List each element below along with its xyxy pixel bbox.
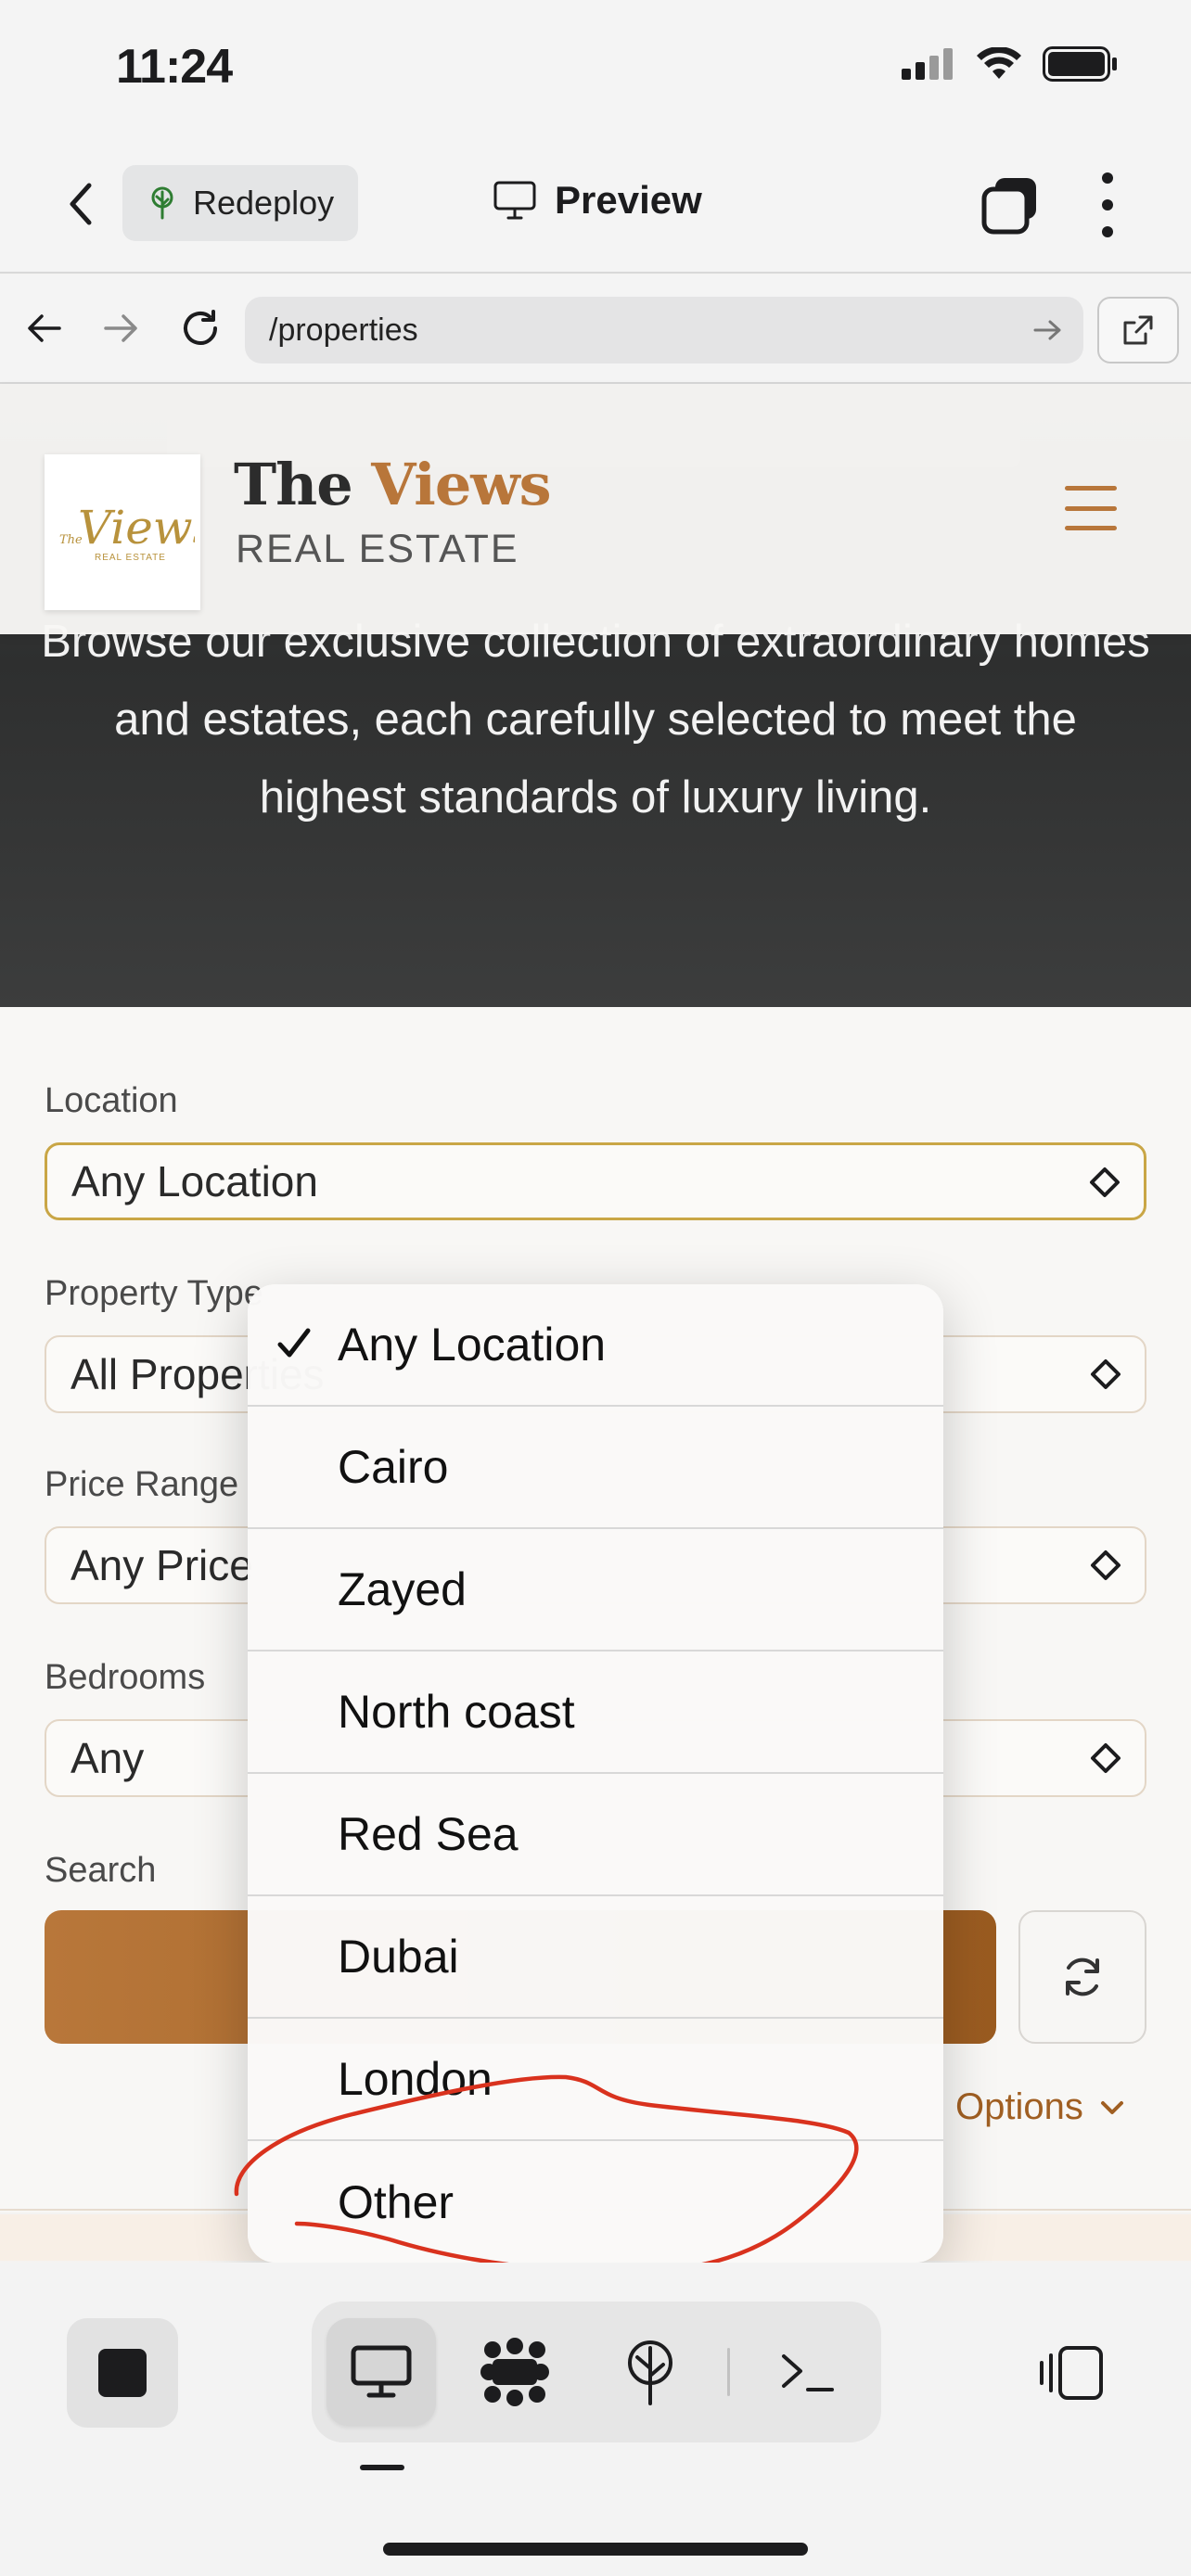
site-header: The Views REAL ESTATE The Views REAL EST… — [0, 384, 1191, 634]
chevron-down-icon — [1100, 2100, 1123, 2114]
browser-forward-button[interactable] — [95, 302, 147, 354]
arrow-right-icon — [104, 314, 137, 342]
arrow-left-icon — [28, 314, 61, 342]
dropdown-option-zayed[interactable]: Zayed — [248, 1529, 943, 1651]
bedrooms-label: Bedrooms — [45, 1658, 206, 1697]
battery-icon — [1043, 46, 1117, 82]
location-dropdown-menu: Any Location Cairo Zayed North coast Red… — [248, 1284, 943, 2263]
site-logo[interactable]: The Views REAL ESTATE — [45, 454, 200, 610]
hamburger-icon — [1065, 486, 1117, 491]
deploy-icon — [628, 2340, 672, 2405]
location-select[interactable]: Any Location — [45, 1142, 1146, 1220]
desktop-icon — [351, 2345, 412, 2398]
brand-subtitle: REAL ESTATE — [236, 527, 519, 571]
location-value: Any Location — [71, 1157, 318, 1205]
brand-name: The Views — [234, 451, 552, 518]
preview-title: Preview — [493, 178, 702, 223]
option-label: Other — [338, 2176, 455, 2228]
updown-chevron-icon — [1091, 1550, 1121, 1580]
cellular-signal-icon — [902, 48, 953, 80]
tabs-button[interactable] — [979, 174, 1042, 237]
bottom-toolbar — [0, 2263, 1191, 2576]
options-toggle[interactable]: Options — [955, 2086, 1124, 2128]
wifi-icon — [977, 47, 1021, 79]
external-link-icon — [1123, 315, 1153, 345]
options-label: Options — [955, 2086, 1083, 2127]
reload-button[interactable] — [174, 302, 226, 354]
active-tool-indicator — [360, 2465, 404, 2470]
search-label: Search — [45, 1851, 157, 1890]
option-label: Dubai — [338, 1931, 459, 1983]
updown-chevron-icon — [1091, 1743, 1121, 1773]
price-range-value: Any Price — [70, 1541, 253, 1589]
option-label: Any Location — [338, 1319, 607, 1371]
dropdown-option-london[interactable]: London — [248, 2019, 943, 2141]
svg-text:REAL ESTATE: REAL ESTATE — [95, 553, 166, 563]
option-label: London — [338, 2053, 493, 2105]
hero-description: Browse our exclusive collection of extra… — [41, 617, 1150, 823]
option-label: Zayed — [338, 1563, 467, 1615]
property-type-label: Property Type — [45, 1274, 263, 1313]
option-label: North coast — [338, 1686, 575, 1738]
preview-label: Preview — [555, 178, 702, 222]
option-label: Cairo — [338, 1441, 449, 1493]
updown-chevron-icon — [1090, 1167, 1120, 1197]
dropdown-option-any-location[interactable]: Any Location — [248, 1284, 943, 1407]
dropdown-option-cairo[interactable]: Cairo — [248, 1407, 943, 1529]
price-range-label: Price Range — [45, 1465, 239, 1504]
redeploy-label: Redeploy — [193, 184, 335, 222]
chevron-left-icon — [70, 183, 92, 225]
status-icons — [902, 46, 1119, 82]
tool-divider — [727, 2348, 730, 2396]
checkmark-icon — [277, 1328, 311, 1358]
url-text: /properties — [269, 312, 418, 348]
url-input[interactable]: /properties — [245, 297, 1083, 363]
apps-tool-button[interactable] — [460, 2318, 570, 2426]
open-external-button[interactable] — [1097, 297, 1179, 363]
location-label: Location — [45, 1081, 178, 1120]
dropdown-option-dubai[interactable]: Dubai — [248, 1896, 943, 2019]
terminal-tool-button[interactable] — [753, 2318, 863, 2426]
reload-icon — [184, 310, 217, 345]
browser-back-button[interactable] — [19, 302, 70, 354]
preview-tool-button[interactable] — [327, 2318, 436, 2426]
tool-switcher — [312, 2302, 881, 2442]
tabs-icon — [981, 178, 1036, 235]
home-indicator — [383, 2543, 808, 2556]
status-time: 11:24 — [116, 40, 233, 94]
go-arrow-icon[interactable] — [1030, 312, 1065, 349]
back-button[interactable] — [58, 176, 104, 232]
dropdown-option-north-coast[interactable]: North coast — [248, 1651, 943, 1774]
side-panel-button[interactable] — [1030, 2318, 1113, 2428]
deploy-tool-button[interactable] — [596, 2318, 705, 2426]
refresh-icon — [1066, 1958, 1099, 1996]
app-toolbar: Redeploy Preview — [0, 139, 1191, 274]
updown-chevron-icon — [1091, 1359, 1121, 1389]
dropdown-option-red-sea[interactable]: Red Sea — [248, 1774, 943, 1896]
bedrooms-value: Any — [70, 1734, 145, 1782]
views-logo-icon: The Views REAL ESTATE — [59, 501, 195, 563]
browser-url-bar: /properties — [0, 274, 1191, 384]
hamburger-menu-button[interactable] — [1065, 486, 1117, 530]
stop-button[interactable] — [67, 2318, 178, 2428]
reset-button[interactable] — [1018, 1910, 1146, 2044]
status-bar: 11:24 — [0, 0, 1191, 139]
svg-text:Views: Views — [78, 501, 195, 555]
apps-icon — [480, 2338, 549, 2406]
stop-icon — [98, 2349, 147, 2397]
brand-accent: Views — [371, 451, 551, 518]
more-button[interactable] — [1087, 172, 1128, 237]
more-vertical-icon — [1102, 172, 1113, 184]
monitor-icon — [493, 181, 536, 220]
brand-first: The — [234, 451, 372, 518]
tree-icon — [151, 186, 173, 220]
dropdown-option-other[interactable]: Other — [248, 2141, 943, 2263]
side-panel-icon — [1040, 2346, 1103, 2400]
terminal-icon — [782, 2354, 834, 2391]
option-label: Red Sea — [338, 1808, 519, 1860]
redeploy-button[interactable]: Redeploy — [122, 165, 358, 241]
